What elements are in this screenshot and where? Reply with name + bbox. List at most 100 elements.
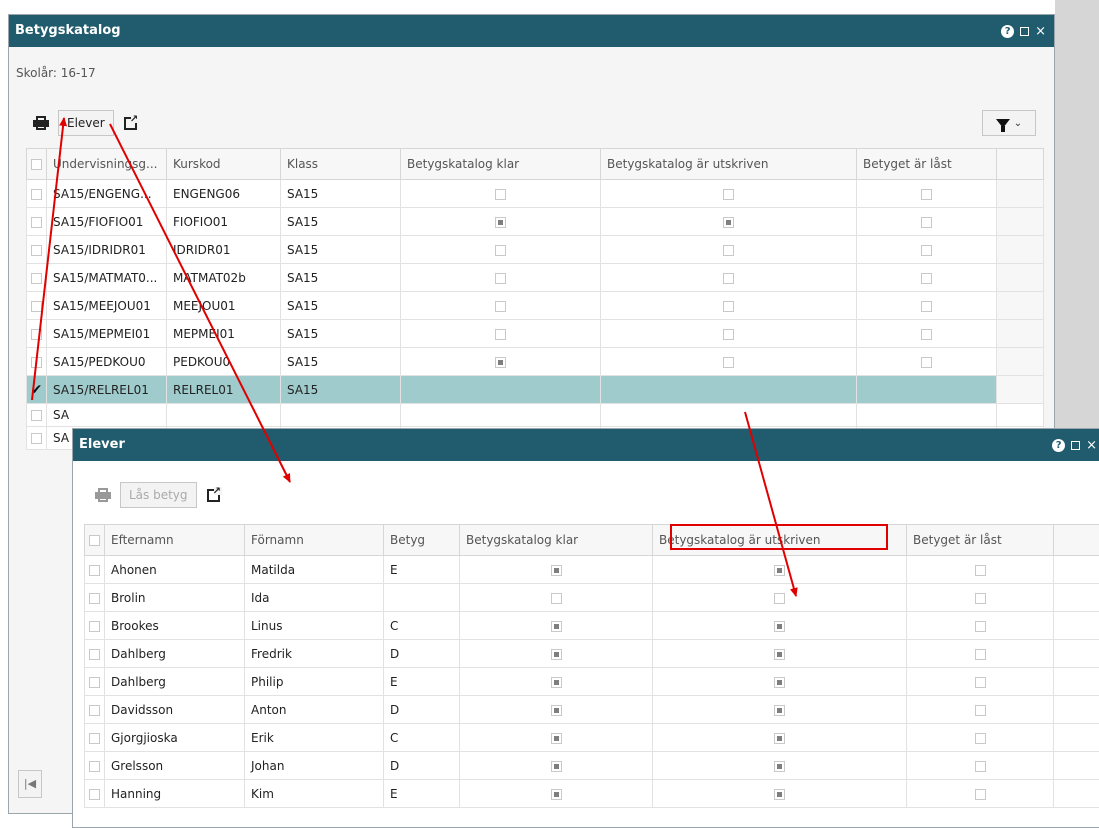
row-select-checkbox[interactable] [85,696,105,724]
select-all-checkbox[interactable] [27,149,47,180]
status-checkbox[interactable] [653,752,907,780]
column-header[interactable]: Undervisningsg... [47,149,167,180]
status-checkbox[interactable] [653,584,907,612]
column-header[interactable]: Betyget är låst [907,525,1054,556]
status-checkbox[interactable] [857,236,997,264]
status-checkbox[interactable] [460,724,653,752]
column-header[interactable]: Betyg [384,525,460,556]
status-checkbox[interactable] [601,208,857,236]
status-checkbox[interactable] [857,348,997,376]
pager-first-button[interactable]: |◀ [18,770,42,798]
column-header[interactable]: Klass [281,149,401,180]
row-select-checkbox[interactable] [27,320,47,348]
table-row[interactable]: AhonenMatildaE [85,556,1099,584]
status-checkbox[interactable] [857,320,997,348]
status-checkbox[interactable] [401,348,601,376]
export-button[interactable]: ↗ [118,110,144,136]
select-all-checkbox[interactable] [85,525,105,556]
status-checkbox[interactable] [907,780,1054,808]
table-row[interactable]: HanningKimE [85,780,1099,808]
status-checkbox[interactable] [653,780,907,808]
status-checkbox[interactable] [857,264,997,292]
table-row[interactable]: SA15/ENGENG...ENGENG06SA15 [27,180,1044,208]
row-select-checkbox[interactable] [85,584,105,612]
status-checkbox[interactable] [857,208,997,236]
status-checkbox[interactable] [401,292,601,320]
row-selected-checkmark[interactable]: ✔ [27,376,47,404]
maximize-icon[interactable] [1071,441,1080,450]
status-checkbox[interactable] [653,612,907,640]
table-row[interactable]: BrookesLinusC [85,612,1099,640]
print-button[interactable] [90,482,116,508]
status-checkbox[interactable] [401,208,601,236]
row-select-checkbox[interactable] [85,668,105,696]
status-checkbox[interactable] [653,640,907,668]
students-button[interactable]: Elever [58,110,114,136]
column-header[interactable]: Betygskatalog klar [460,525,653,556]
status-checkbox[interactable] [907,612,1054,640]
column-header[interactable]: Betygskatalog är utskriven [653,525,907,556]
row-select-checkbox[interactable] [27,404,47,427]
status-checkbox[interactable] [460,556,653,584]
status-checkbox[interactable] [907,640,1054,668]
status-checkbox[interactable] [460,696,653,724]
status-checkbox[interactable] [601,348,857,376]
row-select-checkbox[interactable] [85,556,105,584]
row-select-checkbox[interactable] [27,236,47,264]
column-header[interactable]: Betygskatalog klar [401,149,601,180]
status-checkbox[interactable] [401,320,601,348]
status-checkbox[interactable] [460,780,653,808]
status-checkbox[interactable] [907,584,1054,612]
window-titlebar[interactable]: Betygskatalog ? × [9,15,1054,47]
table-row[interactable]: GrelssonJohanD [85,752,1099,780]
row-select-checkbox[interactable] [27,427,47,450]
status-checkbox[interactable] [907,724,1054,752]
lock-grades-button[interactable]: Lås betyg [120,482,197,508]
table-row[interactable]: DahlbergFredrikD [85,640,1099,668]
row-select-checkbox[interactable] [27,264,47,292]
status-checkbox[interactable] [460,752,653,780]
help-icon[interactable]: ? [1001,25,1014,38]
table-row[interactable]: BrolinIda [85,584,1099,612]
row-select-checkbox[interactable] [27,208,47,236]
status-checkbox[interactable] [907,696,1054,724]
print-button[interactable] [28,110,54,136]
status-checkbox[interactable] [907,556,1054,584]
help-icon[interactable]: ? [1052,439,1065,452]
row-select-checkbox[interactable] [85,752,105,780]
table-row[interactable]: SA [27,404,1044,427]
column-header[interactable]: Betygskatalog är utskriven [601,149,857,180]
table-row[interactable]: SA15/MEPMEI01MEPMEI01SA15 [27,320,1044,348]
table-row[interactable]: SA15/FIOFIO01FIOFIO01SA15 [27,208,1044,236]
table-row[interactable]: SA15/PEDKOU0PEDKOU0SA15 [27,348,1044,376]
row-select-checkbox[interactable] [27,348,47,376]
column-header[interactable]: Kurskod [167,149,281,180]
table-row[interactable]: ✔SA15/RELREL01RELREL01SA15 [27,376,1044,404]
status-checkbox[interactable] [857,292,997,320]
status-checkbox[interactable] [653,556,907,584]
status-checkbox[interactable] [653,724,907,752]
status-checkbox[interactable] [601,320,857,348]
status-checkbox[interactable] [653,696,907,724]
table-row[interactable]: DahlbergPhilipE [85,668,1099,696]
status-checkbox[interactable] [401,180,601,208]
status-checkbox[interactable] [460,612,653,640]
column-header[interactable]: Betyget är låst [857,149,997,180]
table-row[interactable]: GjorgjioskaErikC [85,724,1099,752]
status-checkbox[interactable] [460,640,653,668]
table-row[interactable]: SA15/IDRIDR01IDRIDR01SA15 [27,236,1044,264]
row-select-checkbox[interactable] [85,724,105,752]
status-checkbox[interactable] [907,668,1054,696]
row-select-checkbox[interactable] [85,612,105,640]
status-checkbox[interactable] [401,264,601,292]
status-checkbox[interactable] [601,264,857,292]
table-row[interactable]: DavidssonAntonD [85,696,1099,724]
status-checkbox[interactable] [460,584,653,612]
filter-dropdown-button[interactable]: ⌄ [982,110,1036,136]
table-row[interactable]: SA15/MATMAT0...MATMAT02bSA15 [27,264,1044,292]
row-select-checkbox[interactable] [27,180,47,208]
maximize-icon[interactable] [1020,27,1029,36]
status-checkbox[interactable] [857,180,997,208]
close-icon[interactable]: × [1086,439,1097,452]
window-titlebar[interactable]: Elever ? × [73,429,1099,461]
